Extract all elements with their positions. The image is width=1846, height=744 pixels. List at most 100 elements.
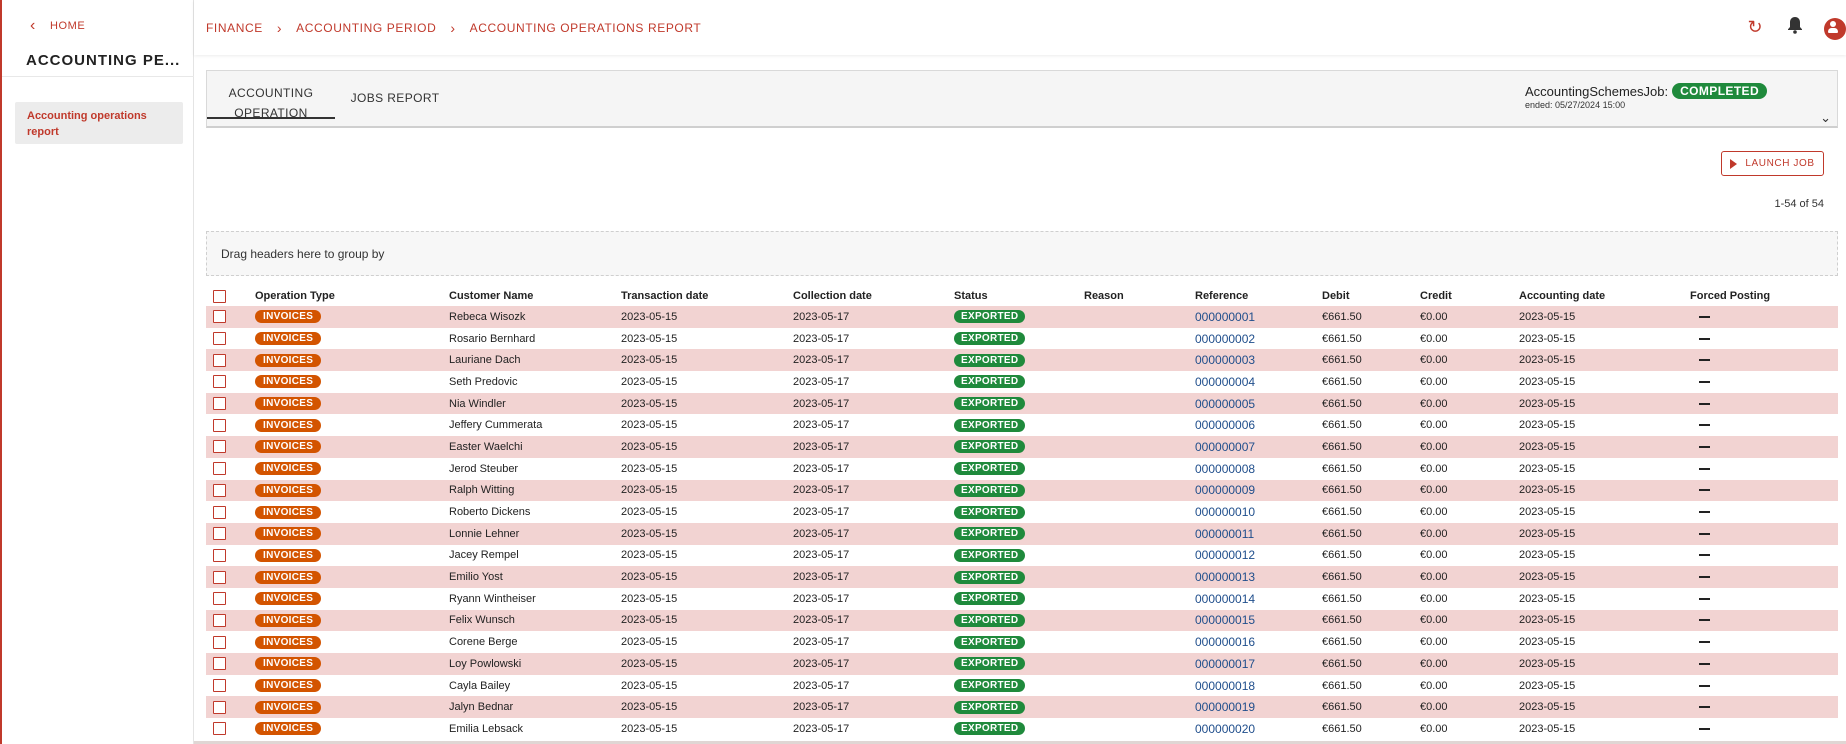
table-row[interactable]: INVOICES Loy Powlowski 2023-05-15 2023-05-1… <box>206 653 1838 675</box>
column-header-credit[interactable]: Credit <box>1420 286 1452 306</box>
row-checkbox[interactable] <box>213 310 226 324</box>
table-row[interactable]: INVOICES Ralph Witting 2023-05-15 2023-05-1… <box>206 479 1838 502</box>
operation-type-badge: INVOICES <box>255 440 322 454</box>
chevron-down-icon[interactable]: ⌄ <box>1820 110 1831 126</box>
reference-link[interactable]: 000000014 <box>1195 592 1255 606</box>
row-checkbox[interactable] <box>213 700 226 714</box>
table-row[interactable]: INVOICES Jalyn Bednar 2023-05-15 2023-05-17… <box>206 696 1838 719</box>
column-header-status[interactable]: Status <box>954 286 988 306</box>
row-checkbox[interactable] <box>213 613 226 627</box>
tab-accounting-operation[interactable]: ACCOUNTING OPERATION <box>207 71 335 120</box>
table-row[interactable]: INVOICES Cayla Bailey 2023-05-15 2023-05-17… <box>206 675 1838 697</box>
row-checkbox[interactable] <box>213 332 226 346</box>
refresh-icon[interactable]: ↻ <box>1744 16 1766 38</box>
table-row[interactable]: INVOICES Seth Predovic 2023-05-15 2023-05-1… <box>206 371 1838 393</box>
reference-link[interactable]: 000000010 <box>1195 505 1255 519</box>
launch-job-label: LAUNCH JOB <box>1745 158 1815 169</box>
table-row[interactable]: INVOICES Rosario Bernhard 2023-05-15 2023-0… <box>206 328 1838 350</box>
table-row[interactable]: INVOICES Rebeca Wisozk 2023-05-15 2023-05-1… <box>206 306 1838 328</box>
status-badge: EXPORTED <box>954 375 1026 389</box>
reference-link[interactable]: 000000012 <box>1195 548 1255 562</box>
credit-cell: €0.00 <box>1420 484 1448 497</box>
row-checkbox[interactable] <box>213 397 226 411</box>
debit-cell: €661.50 <box>1322 722 1362 735</box>
row-checkbox[interactable] <box>213 722 226 736</box>
table-row[interactable]: INVOICES Lauriane Dach 2023-05-15 2023-05-1… <box>206 349 1838 372</box>
row-checkbox[interactable] <box>213 527 226 541</box>
reference-link[interactable]: 000000001 <box>1195 310 1255 324</box>
column-header-transaction-date[interactable]: Transaction date <box>621 286 708 306</box>
column-header-operation-type[interactable]: Operation Type <box>255 286 335 306</box>
table-row[interactable]: INVOICES Ryann Wintheiser 2023-05-15 2023-0… <box>206 588 1838 610</box>
row-checkbox[interactable] <box>213 375 226 389</box>
home-link[interactable]: ‹ HOME <box>30 18 85 34</box>
column-header-customer-name[interactable]: Customer Name <box>449 286 533 306</box>
table-row[interactable]: INVOICES Nia Windler 2023-05-15 2023-05-17 E… <box>206 392 1838 415</box>
table-row[interactable]: INVOICES Jeffery Cummerata 2023-05-15 2023-… <box>206 414 1838 436</box>
group-by-drop-zone[interactable]: Drag headers here to group by <box>206 231 1838 276</box>
row-checkbox[interactable] <box>213 592 226 606</box>
reference-link[interactable]: 000000008 <box>1195 462 1255 476</box>
reference-link[interactable]: 000000019 <box>1195 700 1255 714</box>
row-checkbox[interactable] <box>213 657 226 671</box>
table-row[interactable]: INVOICES Emilia Lebsack 2023-05-15 2023-05-… <box>206 718 1838 740</box>
column-header-collection-date[interactable]: Collection date <box>793 286 872 306</box>
reference-link[interactable]: 000000009 <box>1195 483 1255 497</box>
reference-link[interactable]: 000000004 <box>1195 375 1255 389</box>
row-checkbox[interactable] <box>213 353 226 367</box>
tab-jobs-report[interactable]: JOBS REPORT <box>345 71 445 127</box>
reference-link[interactable]: 000000005 <box>1195 397 1255 411</box>
table-row[interactable]: INVOICES Easter Waelchi 2023-05-15 2023-05-… <box>206 436 1838 458</box>
bell-icon[interactable] <box>1784 16 1806 38</box>
debit-cell: €661.50 <box>1322 549 1362 562</box>
sidebar-item-accounting-operations-report[interactable]: Accounting operations report <box>15 102 183 144</box>
status-badge: EXPORTED <box>954 700 1026 714</box>
breadcrumb-accounting-period[interactable]: ACCOUNTING PERIOD <box>296 21 436 35</box>
launch-job-button[interactable]: LAUNCH JOB <box>1721 151 1824 176</box>
table-row[interactable]: INVOICES Jacey Rempel 2023-05-15 2023-05-17… <box>206 545 1838 567</box>
reference-link[interactable]: 000000017 <box>1195 657 1255 671</box>
operation-type-badge: INVOICES <box>255 310 322 324</box>
column-header-reference[interactable]: Reference <box>1195 286 1248 306</box>
forced-posting-dash-icon <box>1699 554 1710 557</box>
row-checkbox[interactable] <box>213 462 226 476</box>
reference-link[interactable]: 000000015 <box>1195 613 1255 627</box>
row-checkbox[interactable] <box>213 570 226 584</box>
table-row[interactable]: INVOICES Felix Wunsch 2023-05-15 2023-05-17… <box>206 609 1838 632</box>
row-checkbox[interactable] <box>213 418 226 432</box>
column-header-accounting-date[interactable]: Accounting date <box>1519 286 1605 306</box>
reference-link[interactable]: 000000007 <box>1195 440 1255 454</box>
user-icon[interactable] <box>1824 16 1846 40</box>
table-row[interactable]: INVOICES Jerod Steuber 2023-05-15 2023-05-1… <box>206 458 1838 480</box>
select-all-checkbox[interactable] <box>213 289 226 303</box>
customer-name-cell: Nia Windler <box>449 397 506 410</box>
table-row[interactable]: INVOICES Lonnie Lehner 2023-05-15 2023-05-1… <box>206 522 1838 545</box>
reference-link[interactable]: 000000018 <box>1195 679 1255 693</box>
row-checkbox[interactable] <box>213 679 226 693</box>
column-header-forced-posting[interactable]: Forced Posting <box>1690 286 1770 306</box>
row-checkbox[interactable] <box>213 505 226 519</box>
table-row[interactable]: INVOICES Corene Berge 2023-05-15 2023-05-17… <box>206 631 1838 653</box>
reference-link[interactable]: 000000011 <box>1195 527 1254 541</box>
reference-link[interactable]: 000000016 <box>1195 635 1255 649</box>
column-header-reason[interactable]: Reason <box>1084 286 1124 306</box>
debit-cell: €661.50 <box>1322 636 1362 649</box>
breadcrumb-finance[interactable]: FINANCE <box>206 21 263 35</box>
row-checkbox[interactable] <box>213 548 226 562</box>
reference-link[interactable]: 000000020 <box>1195 722 1255 736</box>
table-row[interactable]: INVOICES Emilio Yost 2023-05-15 2023-05-17 E… <box>206 566 1838 588</box>
reference-link[interactable]: 000000006 <box>1195 418 1255 432</box>
reference-link[interactable]: 000000003 <box>1195 353 1255 367</box>
customer-name-cell: Cayla Bailey <box>449 679 511 692</box>
table-row[interactable]: INVOICES Roberto Dickens 2023-05-15 2023-05… <box>206 501 1838 523</box>
reference-link[interactable]: 000000002 <box>1195 332 1255 346</box>
row-checkbox[interactable] <box>213 440 226 454</box>
collection-date-cell: 2023-05-17 <box>793 614 850 627</box>
operation-type-badge: INVOICES <box>255 635 322 649</box>
breadcrumb-accounting-operations-report[interactable]: ACCOUNTING OPERATIONS REPORT <box>470 21 702 35</box>
reference-link[interactable]: 000000013 <box>1195 570 1255 584</box>
column-header-debit[interactable]: Debit <box>1322 286 1350 306</box>
customer-name-cell: Rosario Bernhard <box>449 332 536 345</box>
row-checkbox[interactable] <box>213 483 226 497</box>
row-checkbox[interactable] <box>213 635 226 649</box>
